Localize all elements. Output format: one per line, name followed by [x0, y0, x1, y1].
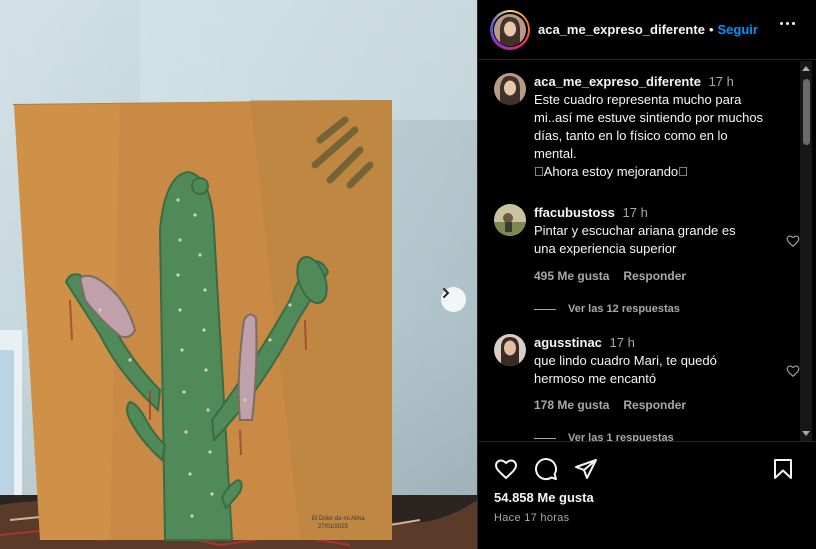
view-replies-label: Ver las 12 respuestas: [568, 303, 680, 315]
view-replies-button[interactable]: Ver las 1 respuestas: [534, 432, 674, 441]
commenter-avatar[interactable]: [494, 204, 526, 236]
follow-button[interactable]: Seguir: [718, 22, 758, 37]
comment-text: Pintar y escuchar ariana grande es: [534, 223, 736, 238]
comment-meta: 495 Me gusta Responder: [534, 269, 686, 283]
caption-line: mi..así me estuve sintiendo por muchos: [534, 110, 764, 125]
comment-username[interactable]: agusstinac: [534, 335, 602, 350]
caption-username[interactable]: aca_me_expreso_diferente: [534, 74, 701, 89]
author-avatar[interactable]: [490, 9, 530, 50]
comment-username[interactable]: ffacubustoss: [534, 205, 615, 220]
caption-avatar[interactable]: [494, 73, 526, 105]
more-options-icon[interactable]: [780, 22, 795, 25]
post-timestamp: Hace 17 horas: [494, 512, 570, 524]
view-replies-label: Ver las 1 respuestas: [568, 432, 674, 441]
comment-time: 17 h: [622, 205, 648, 220]
caption-time: 17 h: [708, 74, 734, 89]
author-avatar-image: [494, 13, 526, 46]
heart-icon[interactable]: [494, 457, 518, 481]
post-actions: 54.858 Me gusta Hace 17 horas: [478, 441, 816, 549]
caption-line: mental.: [534, 146, 577, 161]
comment-likes[interactable]: 178 Me gusta: [534, 398, 609, 412]
comment-item: ffacubustoss 17 h Pintar y escuchar aria…: [494, 204, 800, 264]
caption-line: días, tanto en lo físico como en lo: [534, 128, 728, 143]
caption-line: Este cuadro representa mucho para: [534, 92, 742, 107]
reply-button[interactable]: Responder: [623, 398, 686, 412]
comment-time: 17 h: [609, 335, 635, 350]
comment-likes[interactable]: 495 Me gusta: [534, 269, 609, 283]
replies-divider: [534, 437, 556, 439]
bookmark-icon[interactable]: [771, 457, 795, 481]
scrollbar-thumb[interactable]: [803, 79, 810, 145]
comment-text: hermoso me encantó: [534, 371, 657, 386]
author-username[interactable]: aca_me_expreso_diferente: [538, 22, 705, 37]
comment-text: una experiencia superior: [534, 241, 677, 256]
reply-button[interactable]: Responder: [623, 269, 686, 283]
painting-signature-title: El Dolor de mi Alma: [312, 516, 365, 522]
comments-scrollbar[interactable]: [800, 61, 812, 441]
post-panel: aca_me_expreso_diferente • Seguir aca_me…: [477, 0, 816, 549]
view-replies-button[interactable]: Ver las 12 respuestas: [534, 303, 680, 315]
separator-dot: •: [708, 22, 714, 37]
post-header: aca_me_expreso_diferente • Seguir: [478, 0, 816, 60]
post-caption: aca_me_expreso_diferente 17 h Este cuadr…: [494, 73, 784, 193]
caption-line:  Ahora estoy mejorando : [534, 164, 688, 179]
painting-signature-date: 27/01/2025: [318, 524, 349, 530]
replies-divider: [534, 308, 556, 310]
comment-icon[interactable]: [534, 457, 558, 481]
comment-like-icon[interactable]: [786, 234, 800, 248]
post-image[interactable]: El Dolor de mi Alma 27/01/2025: [0, 0, 477, 549]
likes-count[interactable]: 54.858 Me gusta: [494, 490, 594, 505]
next-image-button[interactable]: [441, 287, 466, 312]
comment-meta: 178 Me gusta Responder: [534, 398, 686, 412]
painting-illustration: El Dolor de mi Alma 27/01/2025: [0, 0, 477, 549]
scroll-down-arrow[interactable]: [802, 431, 810, 436]
scroll-up-arrow[interactable]: [802, 66, 810, 71]
commenter-avatar[interactable]: [494, 334, 526, 366]
comment-item: agusstinac 17 h que lindo cuadro Mari, t…: [494, 334, 800, 394]
comment-like-icon[interactable]: [786, 364, 800, 378]
chevron-right-icon: [443, 288, 450, 298]
send-icon[interactable]: [574, 457, 598, 481]
comments-list: aca_me_expreso_diferente 17 h Este cuadr…: [478, 61, 816, 441]
comment-text: que lindo cuadro Mari, te quedó: [534, 353, 717, 368]
